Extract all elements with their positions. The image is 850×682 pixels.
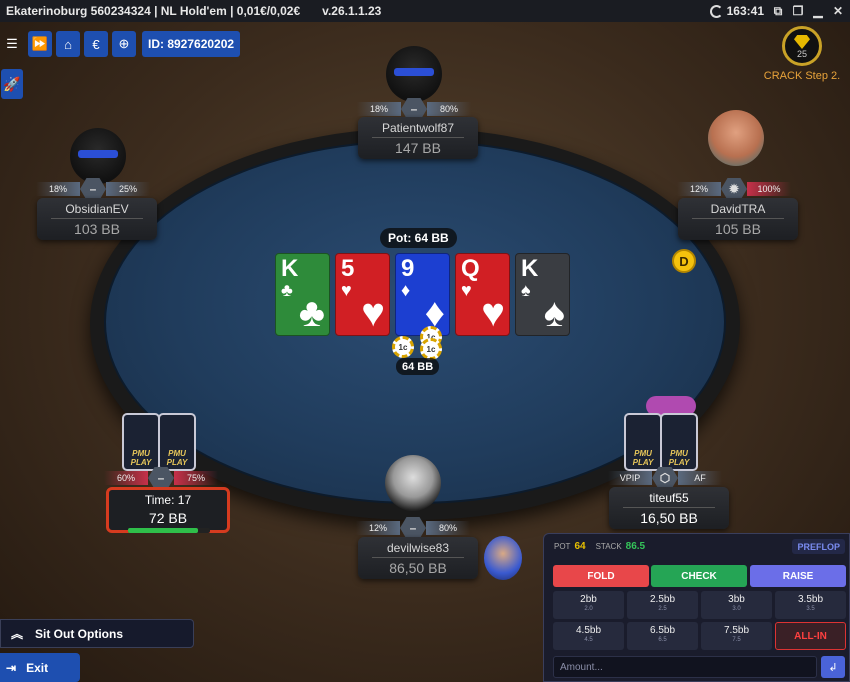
avatar[interactable]	[386, 46, 442, 102]
player-name: DavidTRA	[692, 202, 784, 219]
hud-stats: 12% – 80%	[356, 517, 470, 539]
player-stack: 86,50 BB	[389, 560, 447, 576]
crack-badge[interactable]: 25 CRACK Step 2.	[762, 26, 842, 82]
player-stack: 147 BB	[395, 140, 441, 156]
street-badge: PREFLOP	[792, 539, 845, 554]
hud-stats: 18% – 25%	[36, 178, 150, 200]
board-card-4: Q ♥ ♥	[455, 253, 510, 336]
hud-stats: VPIP ⬡ AF	[608, 467, 722, 489]
fast-forward-icon[interactable]: ⏩	[28, 31, 52, 57]
pot-label: Pot: 64 BB	[380, 228, 457, 248]
title-bar: Ekaterinoburg 560234324 | NL Hold'em | 0…	[0, 0, 850, 22]
avatar[interactable]	[70, 128, 126, 184]
menu-icon[interactable]: ☰	[0, 31, 24, 57]
seat-plate-bottom-right[interactable]: titeuf55 16,50 BB	[609, 487, 729, 529]
check-button[interactable]: CHECK	[651, 565, 747, 587]
hole-card: PMU PLAY	[660, 413, 698, 471]
hud-stats: 60% – 75%	[104, 467, 218, 489]
dealer-button: D	[672, 249, 696, 273]
hud-icon[interactable]: –	[400, 517, 426, 539]
table-toolbar: ☰ ⏩ ⌂ € ⊕ ID: 8927620202	[0, 31, 241, 57]
clock-time: 163:41	[726, 4, 764, 18]
clock-icon	[709, 4, 723, 18]
player-stack: 16,50 BB	[640, 510, 698, 526]
seat-plate-left[interactable]: ObsidianEV 103 BB	[37, 198, 157, 240]
bet-size-button[interactable]: 3bb 3.0	[701, 591, 772, 619]
fold-button[interactable]: FOLD	[553, 565, 649, 587]
bet-size-button[interactable]: 2bb 2.0	[553, 591, 624, 619]
crack-level: 25	[796, 49, 807, 59]
community-cards: K ♣ ♣ 5 ♥ ♥ 9 ♦ ♦ Q ♥ ♥ K ♠ ♠	[275, 253, 570, 336]
bet-size-button[interactable]: 6.5bb 6.5	[627, 622, 698, 650]
board-card-5: K ♠ ♠	[515, 253, 570, 336]
pot-chips-label: 64 BB	[396, 358, 440, 375]
version-label: v.26.1.1.23	[322, 4, 382, 18]
crack-label: CRACK Step 2.	[763, 70, 841, 82]
player-name: titeuf55	[623, 491, 715, 508]
player-stack: 105 BB	[715, 221, 761, 237]
hero-mini-avatar[interactable]	[484, 536, 522, 580]
restore-icon[interactable]: ⧉	[772, 5, 784, 17]
close-icon[interactable]: ✕	[832, 5, 844, 17]
avatar[interactable]	[385, 455, 441, 511]
chip-icon: 1c	[392, 336, 414, 358]
panel-summary: POT 64 STACK 86.5	[554, 541, 646, 552]
exit-button[interactable]: ⇥ Exit	[0, 653, 80, 682]
sun-icon[interactable]: ✹	[721, 178, 747, 200]
hole-card: PMU PLAY	[624, 413, 662, 471]
minimize-icon[interactable]: ▁	[812, 5, 824, 17]
add-chips-icon[interactable]: ⊕	[112, 31, 136, 57]
player-name: devilwise83	[372, 541, 464, 558]
clock: 163:41	[709, 4, 764, 18]
hud-stats: 12% ✹ 100%	[677, 178, 791, 200]
diamond-icon: 25	[782, 26, 822, 66]
hud-stats: 18% – 80%	[357, 98, 471, 120]
board-card-3: 9 ♦ ♦	[395, 253, 450, 336]
bet-size-button[interactable]: 7.5bb 7.5	[701, 622, 772, 650]
seat-plate-right[interactable]: DavidTRA 105 BB	[678, 198, 798, 240]
lobby-icon[interactable]: ⌂	[56, 31, 80, 57]
player-name: ObsidianEV	[51, 202, 143, 219]
board-card-2: 5 ♥ ♥	[335, 253, 390, 336]
hole-card: PMU PLAY	[158, 413, 196, 471]
sit-out-options-button[interactable]: ︽ Sit Out Options	[0, 619, 194, 648]
hud-icon[interactable]: –	[80, 178, 106, 200]
raise-button[interactable]: RAISE	[750, 565, 846, 587]
avatar[interactable]	[708, 110, 764, 166]
tile-icon[interactable]: ❐	[792, 5, 804, 17]
pot-chips: 1c 1c 1c	[390, 326, 450, 360]
bet-size-grid: 2bb 2.0 2.5bb 2.5 3bb 3.0 3.5bb 3.5 4.5bb 4.5…	[553, 591, 847, 650]
player-stack: 103 BB	[74, 221, 120, 237]
timer-progress	[128, 528, 210, 533]
bet-size-button[interactable]: 4.5bb 4.5	[553, 622, 624, 650]
window-controls: 163:41 ⧉ ❐ ▁ ✕	[709, 0, 844, 22]
amount-input[interactable]	[553, 656, 817, 678]
bet-size-button[interactable]: 2.5bb 2.5	[627, 591, 698, 619]
timer-label: Time: 17	[144, 493, 192, 507]
seat-plate-active[interactable]: Time: 17 72 BB	[106, 487, 230, 533]
board-card-1: K ♣ ♣	[275, 253, 330, 336]
seat-plate-top[interactable]: Patientwolf87 147 BB	[358, 117, 478, 159]
hud-icon[interactable]: –	[148, 467, 174, 489]
hole-card: PMU PLAY	[122, 413, 160, 471]
action-panel: POT 64 STACK 86.5 PREFLOP FOLD CHECK RAI…	[543, 533, 850, 682]
table-id: ID: 8927620202	[142, 31, 241, 57]
seat-plate-hero[interactable]: devilwise83 86,50 BB	[358, 537, 478, 579]
cashier-icon[interactable]: €	[84, 31, 108, 57]
rocket-icon[interactable]: 🚀	[1, 69, 23, 99]
chevron-up-icon: ︽	[11, 627, 24, 641]
hud-icon[interactable]: ⬡	[652, 467, 678, 489]
player-stack: 72 BB	[148, 510, 188, 526]
enter-icon[interactable]: ↲	[821, 656, 845, 678]
timer-progress-fill	[128, 528, 198, 533]
exit-icon: ⇥	[6, 660, 17, 675]
bet-size-button[interactable]: 3.5bb 3.5	[775, 591, 846, 619]
chip-icon: 1c	[420, 338, 442, 360]
player-name: Patientwolf87	[372, 121, 464, 138]
window-title: Ekaterinoburg 560234324 | NL Hold'em | 0…	[6, 4, 301, 18]
all-in-button[interactable]: ALL-IN	[775, 622, 846, 650]
